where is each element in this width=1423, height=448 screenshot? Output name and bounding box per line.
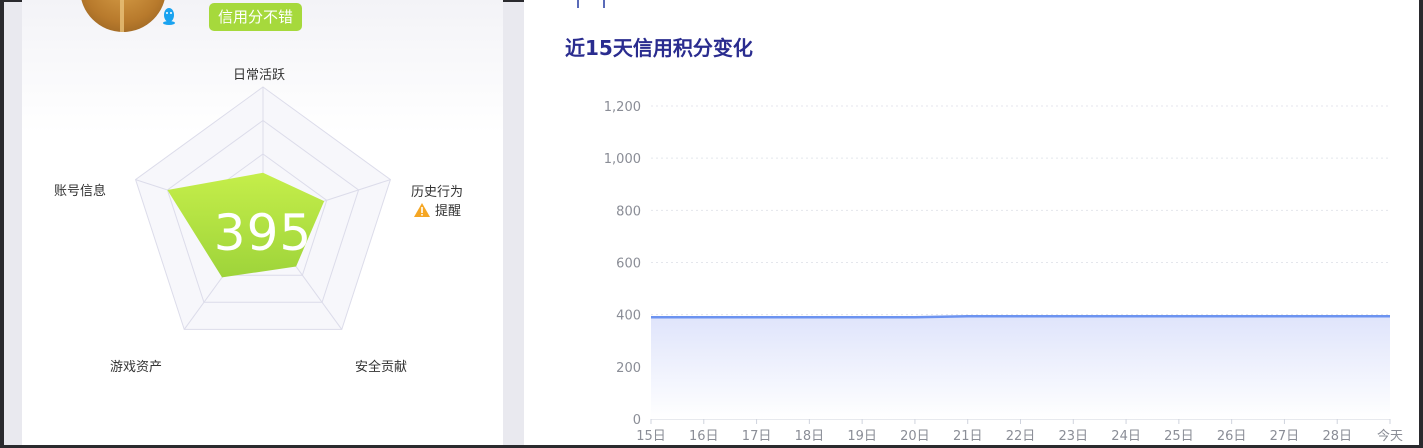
x-tick-label: 今天: [1377, 428, 1403, 444]
series-area: [651, 316, 1390, 419]
x-tick-label: 23日: [1059, 429, 1089, 444]
x-tick-label: 18日: [795, 429, 825, 444]
radar-label-account-info: 账号信息: [54, 184, 107, 199]
x-tick-label: 22日: [1006, 429, 1036, 444]
radar-label-history-behavior: 历史行为: [411, 185, 464, 200]
x-tick-label: 25日: [1164, 429, 1194, 444]
window-frame-right: [1419, 0, 1423, 448]
radar-label-security-contribution: 安全贡献: [355, 360, 408, 375]
y-tick-label: 0: [633, 413, 641, 428]
y-tick-label: 1,000: [604, 152, 641, 167]
x-tick-label: 24日: [1111, 429, 1141, 444]
warning-text: 提醒: [435, 204, 462, 219]
x-tick-label: 16日: [689, 429, 719, 444]
x-tick-label: 26日: [1217, 429, 1247, 444]
x-tick-label: 21日: [953, 429, 983, 444]
y-tick-label: 400: [616, 309, 641, 324]
y-tick-label: 800: [616, 204, 641, 219]
credit-history-chart: 0 200 400 600 800 1,000 1,200 15日 16日 17日 18日 19日 20…: [604, 100, 1403, 444]
y-tick-label: 600: [616, 257, 641, 272]
credit-score: 395: [213, 204, 313, 262]
x-tick-label: 20日: [900, 429, 930, 444]
y-tick-label: 200: [616, 361, 641, 376]
x-tick-label: 19日: [847, 429, 877, 444]
history-warning[interactable]: 提醒: [413, 200, 461, 219]
radar-label-game-assets: 游戏资产: [110, 360, 163, 375]
x-tick-label: 17日: [742, 429, 772, 444]
x-tick-label: 27日: [1270, 429, 1300, 444]
x-tick-label: 28日: [1322, 429, 1352, 444]
x-tick-label: 15日: [636, 429, 666, 444]
warning-icon: [414, 202, 430, 217]
radar-label-daily-activity: 日常活跃: [233, 68, 286, 83]
series-line: [651, 314, 1390, 319]
y-tick-label: 1,200: [604, 100, 641, 115]
